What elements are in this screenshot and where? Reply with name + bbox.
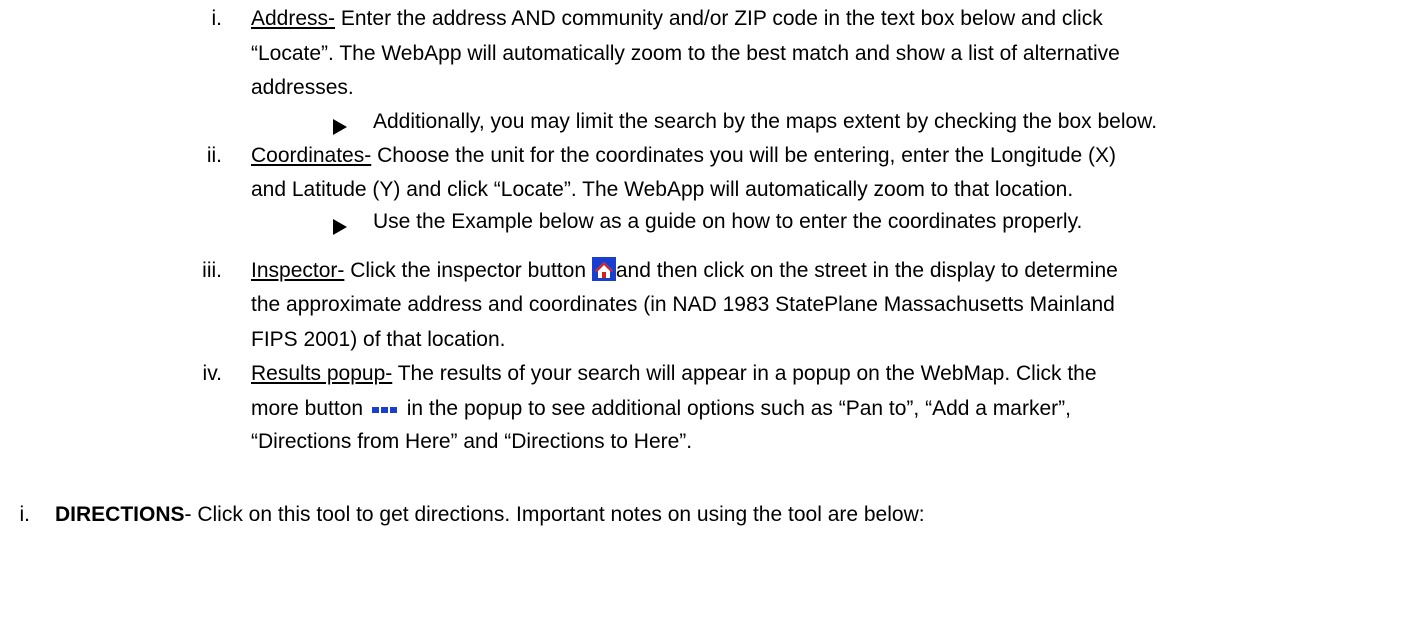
inspector-text-3: FIPS 2001) of that location. bbox=[251, 328, 506, 351]
inspector-paragraph-line-1: Inspector- Click the inspector button an… bbox=[251, 257, 1118, 285]
coordinates-paragraph-line-1: Coordinates- Choose the unit for the coo… bbox=[251, 142, 1116, 170]
results-text-2b: in the popup to see additional options s… bbox=[400, 397, 1071, 420]
list-numeral: ii. bbox=[206, 144, 222, 167]
results-term: Results popup- bbox=[251, 362, 393, 385]
coordinates-text-2: and Latitude (Y) and click “Locate”. The… bbox=[251, 178, 1074, 201]
more-dots-icon bbox=[371, 394, 398, 413]
list-numeral: iii. bbox=[202, 259, 222, 282]
list-numeral: i. bbox=[211, 7, 223, 30]
coordinates-bullet-text: Use the Example below as a guide on how … bbox=[373, 210, 1083, 233]
coordinates-text-1: Choose the unit for the coordinates you … bbox=[371, 144, 1117, 167]
results-paragraph-line-1: Results popup- The results of your searc… bbox=[251, 360, 1097, 388]
results-text-3: “Directions from Here” and “Directions t… bbox=[251, 430, 693, 453]
results-text-2a: more button bbox=[251, 397, 369, 420]
address-text-1: Enter the address AND community and/or Z… bbox=[335, 7, 1103, 30]
results-text-1: The results of your search will appear i… bbox=[392, 362, 1097, 385]
arrow-bullet-icon bbox=[333, 119, 347, 135]
inspector-text-2: the approximate address and coordinates … bbox=[251, 293, 1115, 316]
list-numeral: i. bbox=[19, 503, 31, 526]
results-paragraph-line-2: more button in the popup to see addition… bbox=[251, 394, 1071, 423]
directions-text: - Click on this tool to get directions. … bbox=[184, 503, 925, 526]
list-numeral: iv. bbox=[202, 362, 222, 385]
address-text-3: addresses. bbox=[251, 76, 354, 99]
address-term: Address- bbox=[251, 7, 336, 30]
inspector-house-icon bbox=[591, 257, 616, 281]
arrow-bullet-icon bbox=[333, 219, 347, 235]
address-paragraph-line-1: Address- Enter the address AND community… bbox=[251, 5, 1103, 33]
directions-term: DIRECTIONS bbox=[55, 503, 185, 526]
coordinates-term: Coordinates- bbox=[251, 144, 372, 167]
directions-paragraph: DIRECTIONS- Click on this tool to get di… bbox=[55, 501, 925, 529]
inspector-text-1a: Click the inspector button bbox=[344, 259, 592, 282]
address-text-2: “Locate”. The WebApp will automatically … bbox=[251, 42, 1120, 65]
address-bullet-text: Additionally, you may limit the search b… bbox=[373, 110, 1158, 133]
inspector-text-1b: and then click on the street in the disp… bbox=[615, 259, 1118, 282]
inspector-term: Inspector- bbox=[251, 259, 345, 282]
